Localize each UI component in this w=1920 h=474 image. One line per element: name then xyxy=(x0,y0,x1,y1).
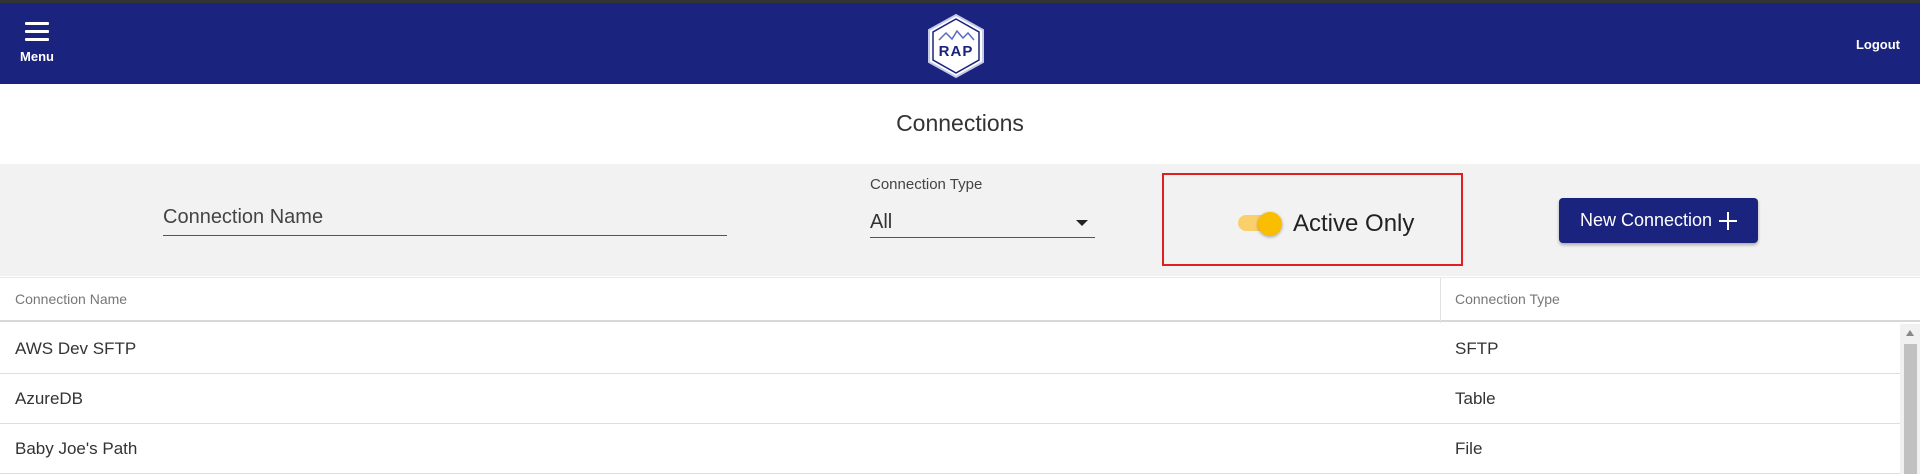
new-connection-label: New Connection xyxy=(1579,210,1713,230)
menu-label: Menu xyxy=(20,49,54,64)
new-connection-button[interactable]: New Connection xyxy=(1559,198,1758,243)
app-header: Menu RAP Logout xyxy=(0,0,1920,84)
page-title: Connections xyxy=(896,110,1024,136)
cell-connection-name: Baby Joe's Path xyxy=(15,439,138,458)
connection-type-label: Connection Type xyxy=(870,176,983,193)
svg-text:RAP: RAP xyxy=(939,43,974,60)
dropdown-arrow-icon xyxy=(1076,220,1088,226)
logout-button[interactable]: Logout xyxy=(1856,37,1900,52)
hamburger-icon xyxy=(25,22,49,41)
cell-connection-type: Table xyxy=(1455,389,1496,408)
cell-connection-name: AzureDB xyxy=(15,389,84,408)
column-header-connection-name[interactable]: Connection Name xyxy=(15,291,127,307)
connection-name-field[interactable] xyxy=(163,200,727,236)
scrollbar-thumb[interactable] xyxy=(1904,344,1917,474)
column-header-connection-type[interactable]: Connection Type xyxy=(1455,291,1560,307)
table-row[interactable]: AWS Dev SFTP SFTP xyxy=(0,324,1900,374)
active-only-label: Active Only xyxy=(1293,210,1415,237)
connection-type-select[interactable]: Connection Type All xyxy=(870,176,1095,238)
active-only-toggle[interactable] xyxy=(1238,212,1282,236)
rap-logo[interactable]: RAP xyxy=(925,12,987,80)
table-header: Connection Name Connection Type xyxy=(0,277,1920,323)
cell-connection-type: File xyxy=(1455,439,1483,458)
table-body: AWS Dev SFTP SFTP AzureDB Table Baby Joe… xyxy=(0,324,1900,474)
cell-connection-name: AWS Dev SFTP xyxy=(15,339,137,358)
scroll-up-icon[interactable] xyxy=(1906,330,1914,336)
filter-bar: Connection Type All Active Only New Conn… xyxy=(0,164,1920,276)
connection-type-value: All xyxy=(870,211,893,233)
toggle-thumb xyxy=(1258,212,1282,236)
active-only-highlight: Active Only xyxy=(1162,173,1463,266)
menu-button[interactable]: Menu xyxy=(14,17,60,77)
table-scrollbar[interactable] xyxy=(1900,324,1920,474)
table-row[interactable]: AzureDB Table xyxy=(0,374,1900,424)
connection-name-input[interactable] xyxy=(163,200,727,234)
column-divider xyxy=(1440,278,1441,323)
plus-icon xyxy=(1719,211,1738,230)
cell-connection-type: SFTP xyxy=(1455,339,1499,358)
table-row[interactable]: Baby Joe's Path File xyxy=(0,424,1900,474)
